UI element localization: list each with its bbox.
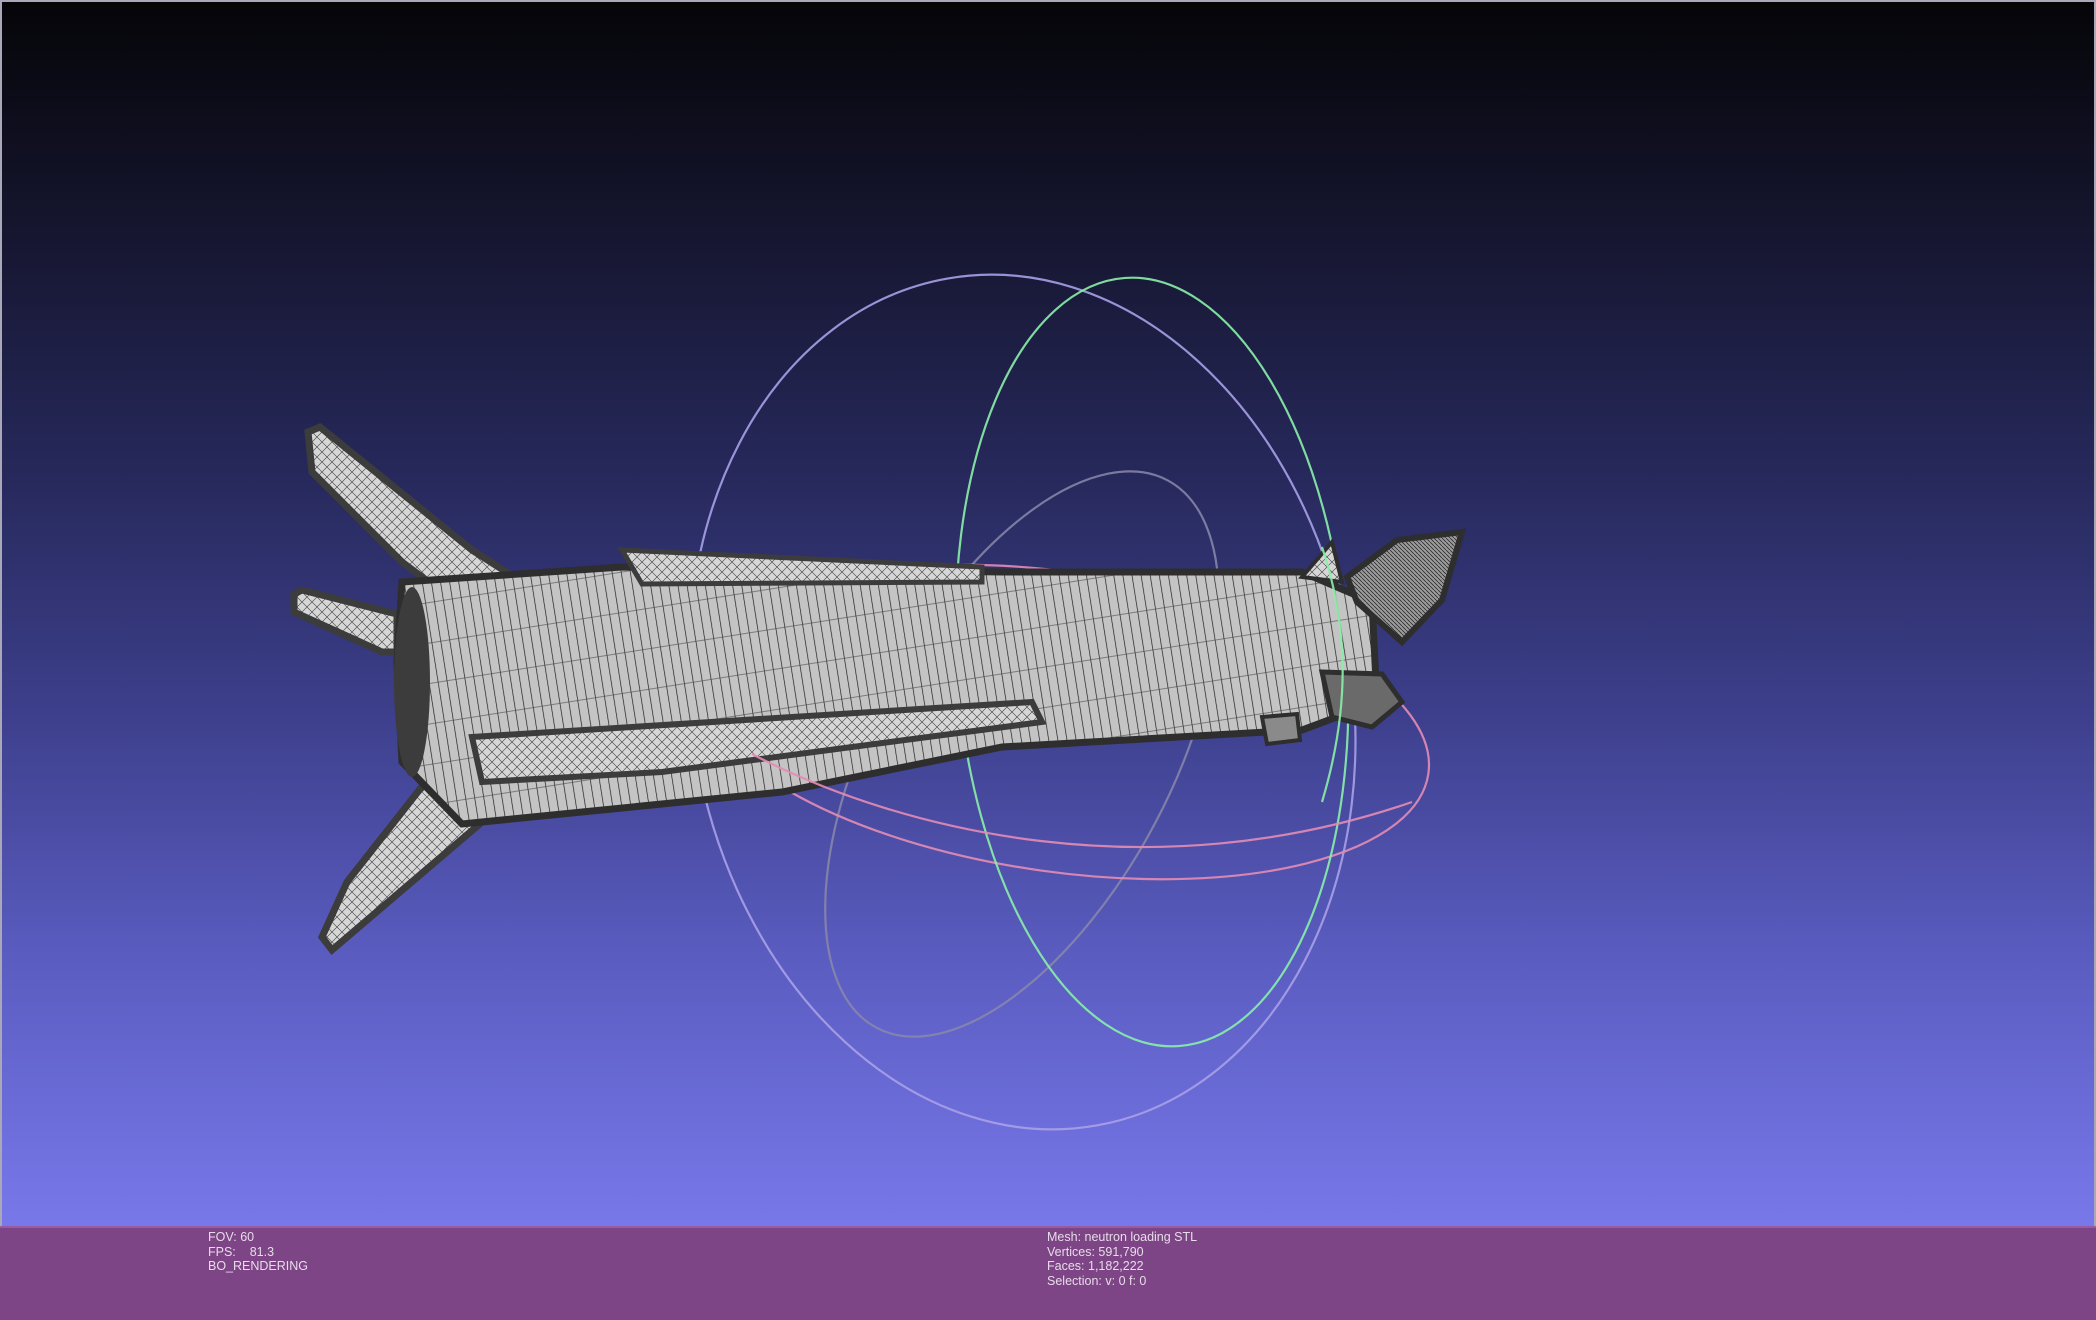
side-fin [290,586,401,656]
fps-value: 81.3 [249,1244,275,1259]
vertices-value: 591,790 [1098,1244,1144,1259]
info-bar: FOV: 60 FPS: 81.3 BO_RENDERING Mesh: neu… [0,1226,2096,1320]
top-strake [617,547,985,587]
vertices-readout: Vertices: 591,790 [1047,1245,1197,1260]
upper-fin [304,422,533,596]
fov-label: FOV: [208,1230,237,1244]
rocket-body [393,563,1381,828]
fov-readout: FOV: 60 [208,1230,308,1245]
mesh-info: Mesh: neutron loading STL Vertices: 591,… [1047,1230,1197,1289]
mesh-value: neutron loading STL [1084,1230,1198,1244]
side-booster [1259,711,1303,747]
selection-readout: Selection: v: 0 f: 0 [1047,1274,1197,1289]
faces-readout: Faces: 1,182,222 [1047,1259,1197,1274]
fps-label: FPS: [208,1244,236,1259]
engine-pod [1318,669,1406,730]
fps-readout: FPS: 81.3 [208,1245,308,1260]
selection-label: Selection: [1047,1274,1102,1289]
selection-value: v: 0 f: 0 [1105,1274,1147,1289]
faces-value: 1,182,222 [1088,1259,1144,1274]
3d-viewport[interactable] [0,0,2096,1226]
mesh-readout: Mesh: neutron loading STL [1047,1230,1197,1245]
mesh-label: Mesh: [1047,1230,1082,1244]
aft-ring [394,587,430,777]
render-info: FOV: 60 FPS: 81.3 BO_RENDERING [208,1230,308,1274]
rocket-model[interactable] [290,422,1467,956]
render-mode: BO_RENDERING [208,1259,309,1274]
faces-label: Faces: [1047,1259,1085,1274]
vertices-label: Vertices: [1047,1244,1095,1259]
fov-value: 60 [240,1230,255,1244]
scene-canvas[interactable] [2,2,2096,1228]
